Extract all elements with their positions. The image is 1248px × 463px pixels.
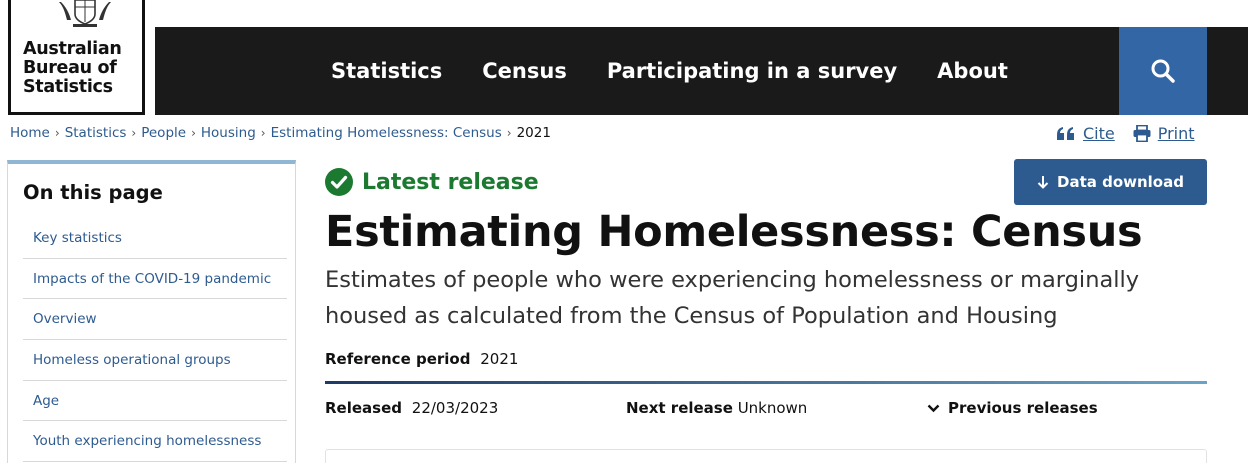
on-this-page-sidebar: On this page Key statistics Impacts of t… — [7, 160, 296, 463]
nav-census[interactable]: Census — [482, 59, 567, 83]
breadcrumb: Home › Statistics › People › Housing › E… — [10, 125, 551, 141]
breadcrumb-people[interactable]: People — [141, 125, 186, 141]
sidebar-item-youth-homelessness[interactable]: Youth experiencing homelessness — [23, 421, 287, 463]
cite-label: Cite — [1083, 124, 1115, 143]
check-circle-icon — [325, 168, 353, 196]
sidebar-item-overview[interactable]: Overview — [23, 299, 287, 341]
chevron-right-icon: › — [191, 126, 196, 140]
sidebar-item-age[interactable]: Age — [23, 381, 287, 422]
search-icon — [1151, 59, 1175, 83]
previous-releases-label: Previous releases — [948, 399, 1098, 417]
nav-list: Statistics Census Participating in a sur… — [331, 27, 1008, 115]
breadcrumb-current: 2021 — [516, 125, 551, 141]
data-download-label: Data download — [1057, 173, 1184, 191]
breadcrumb-statistics[interactable]: Statistics — [65, 125, 127, 141]
previous-releases-toggle[interactable]: Previous releases — [927, 399, 1098, 417]
breadcrumb-housing[interactable]: Housing — [201, 125, 256, 141]
printer-icon — [1133, 125, 1151, 142]
cite-button[interactable]: Cite — [1056, 124, 1115, 143]
page-tools: Cite Print — [1056, 124, 1195, 143]
page-title: Estimating Homelessness: Census — [325, 207, 1143, 257]
latest-release-label: Latest release — [362, 169, 539, 195]
breadcrumb-home[interactable]: Home — [10, 125, 50, 141]
released-date: Released 22/03/2023 — [325, 399, 498, 417]
chevron-right-icon: › — [54, 126, 60, 140]
sidebar-list: Key statistics Impacts of the COVID-19 p… — [23, 218, 287, 463]
quote-icon — [1057, 126, 1074, 140]
next-release: Next release Unknown — [626, 399, 807, 417]
reference-period-label: Reference period — [325, 350, 471, 368]
released-value: 22/03/2023 — [411, 399, 499, 417]
arrow-down-icon — [1037, 176, 1049, 189]
logo-line: Bureau of — [23, 58, 117, 78]
nav-about[interactable]: About — [937, 59, 1008, 83]
coat-of-arms-icon — [59, 0, 111, 27]
chevron-right-icon: › — [131, 126, 137, 140]
data-download-button[interactable]: Data download — [1014, 159, 1207, 205]
nav-participating-in-a-survey[interactable]: Participating in a survey — [607, 59, 897, 83]
logo-line: Statistics — [23, 77, 113, 97]
reference-period-value: 2021 — [480, 350, 519, 368]
nav-statistics[interactable]: Statistics — [331, 59, 442, 83]
next-release-value: Unknown — [737, 399, 808, 417]
chevron-right-icon: › — [260, 126, 266, 140]
chevron-right-icon: › — [506, 126, 512, 140]
abs-logo[interactable]: Australian Bureau of Statistics — [8, 0, 145, 115]
latest-release-badge: Latest release — [325, 168, 539, 196]
breadcrumb-estimating-homelessness[interactable]: Estimating Homelessness: Census — [271, 125, 502, 141]
print-button[interactable]: Print — [1133, 124, 1195, 143]
main-navigation: Statistics Census Participating in a sur… — [155, 27, 1248, 115]
chevron-down-icon — [927, 404, 940, 412]
content-panel — [325, 449, 1207, 463]
sidebar-item-operational-groups[interactable]: Homeless operational groups — [23, 340, 287, 381]
logo-line: Australian — [23, 39, 122, 59]
reference-period: Reference period 2021 — [325, 350, 518, 368]
sidebar-item-covid-impacts[interactable]: Impacts of the COVID-19 pandemic — [23, 259, 287, 300]
search-button[interactable] — [1119, 27, 1207, 115]
next-release-label: Next release — [626, 399, 733, 417]
released-label: Released — [325, 399, 402, 417]
logo-wordmark: Australian Bureau of Statistics — [23, 40, 122, 97]
gradient-divider — [325, 381, 1207, 384]
sidebar-item-key-statistics[interactable]: Key statistics — [23, 218, 287, 259]
print-label: Print — [1157, 124, 1195, 143]
page-subtitle: Estimates of people who were experiencin… — [325, 267, 1140, 329]
sidebar-title: On this page — [23, 181, 163, 204]
